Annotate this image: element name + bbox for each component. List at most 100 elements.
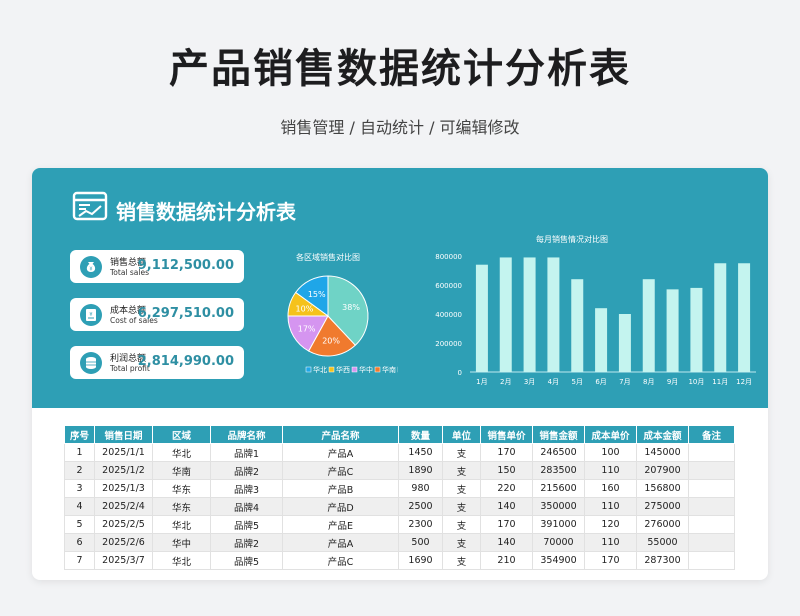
bar — [523, 257, 536, 372]
table-row: 5 2025/2/5 华北 品牌5 产品E 2300 支 170 391000 120 276000 — [64, 515, 735, 534]
table-cell: 品牌5 — [210, 551, 283, 570]
table-cell: 500 — [398, 533, 443, 552]
legend-swatch — [374, 366, 381, 373]
bar — [714, 263, 727, 372]
legend-label: 华西 — [336, 365, 350, 374]
sales-table: 序号 销售日期 区域 品牌名称 产品名称 数量 单位 销售单价 销售金额 成本单价 成本金额 备注 1… — [64, 425, 735, 570]
bar — [618, 314, 631, 372]
pie-data-label: 38% — [342, 303, 360, 312]
column-header: 成本金额 — [636, 425, 689, 444]
table-cell — [688, 515, 735, 534]
table-cell — [688, 461, 735, 480]
table-cell: 产品D — [282, 497, 399, 516]
report-card: 销售数据统计分析表 ¥ 销售总额 Total sales 9,112,500.0… — [32, 168, 768, 580]
page-subtitle: 销售管理 / 自动统计 / 可编辑修改 — [280, 118, 520, 137]
table-cell: 2025/2/5 — [94, 515, 153, 534]
kpi-value: 9,112,500.00 — [137, 258, 234, 273]
table-cell: 2025/3/7 — [94, 551, 153, 570]
x-tick-label: 7月 — [619, 378, 630, 386]
table-cell: 2025/2/4 — [94, 497, 153, 516]
table-cell: 华东 — [152, 497, 211, 516]
table-cell: 70000 — [532, 533, 585, 552]
table-row: 6 2025/2/6 华中 品牌2 产品A 500 支 140 70000 110 55000 — [64, 533, 735, 552]
kpi-value: 6,297,510.00 — [137, 306, 234, 321]
column-header: 产品名称 — [282, 425, 399, 444]
x-tick-label: 2月 — [500, 378, 511, 386]
table-cell: 170 — [584, 551, 637, 570]
legend-label: 华中 — [359, 365, 373, 374]
table-cell: 354900 — [532, 551, 585, 570]
pie-data-label: 20% — [322, 337, 340, 346]
table-cell: 品牌3 — [210, 479, 283, 498]
table-cell: 150 — [480, 461, 533, 480]
x-tick-label: 8月 — [643, 378, 654, 386]
table-cell: 品牌1 — [210, 443, 283, 462]
table-cell: 287300 — [636, 551, 689, 570]
table-cell: 283500 — [532, 461, 585, 480]
bar-chart-title: 每月销售情况对比图 — [536, 235, 608, 244]
table-cell: 产品A — [282, 443, 399, 462]
y-tick-label: 400000 — [435, 311, 462, 319]
table-cell: 2025/1/1 — [94, 443, 153, 462]
money-bag-icon: ¥ — [80, 256, 102, 278]
bar — [642, 279, 655, 372]
bar — [738, 263, 751, 372]
y-tick-label: 800000 — [435, 253, 462, 261]
table-cell: 275000 — [636, 497, 689, 516]
bar — [595, 308, 608, 372]
table-cell: 391000 — [532, 515, 585, 534]
table-cell: 2 — [64, 461, 95, 480]
page-title: 产品销售数据统计分析表 — [169, 46, 631, 92]
table-cell: 1890 — [398, 461, 443, 480]
pie-data-label: 15% — [308, 290, 326, 299]
x-tick-label: 1月 — [476, 378, 487, 386]
table-cell: 980 — [398, 479, 443, 498]
table-cell — [688, 533, 735, 552]
y-tick-label: 600000 — [435, 282, 462, 290]
table-cell: 华南 — [152, 461, 211, 480]
column-header: 销售日期 — [94, 425, 153, 444]
bar — [666, 289, 679, 372]
x-tick-label: 3月 — [524, 378, 535, 386]
table-cell: 华中 — [152, 533, 211, 552]
table-cell: 276000 — [636, 515, 689, 534]
bar — [571, 279, 584, 372]
pie-data-label: 10% — [296, 304, 314, 313]
x-tick-label: 10月 — [688, 378, 704, 386]
table-cell: 350000 — [532, 497, 585, 516]
coins-icon — [80, 352, 102, 374]
x-tick-label: 12月 — [736, 378, 752, 386]
table-cell: 140 — [480, 533, 533, 552]
table-cell: 145000 — [636, 443, 689, 462]
table-cell: 品牌2 — [210, 533, 283, 552]
table-cell: 170 — [480, 515, 533, 534]
column-header: 销售单价 — [480, 425, 533, 444]
column-header: 单位 — [442, 425, 481, 444]
table-cell: 2025/1/2 — [94, 461, 153, 480]
table-header-row: 序号 销售日期 区域 品牌名称 产品名称 数量 单位 销售单价 销售金额 成本单价 成本金额 备注 — [64, 425, 735, 444]
svg-text:¥: ¥ — [89, 267, 92, 273]
table-cell: 产品C — [282, 461, 399, 480]
table-row: 2 2025/1/2 华南 品牌2 产品C 1890 支 150 283500 110 207900 — [64, 461, 735, 480]
table-cell — [688, 443, 735, 462]
table-cell: 产品C — [282, 551, 399, 570]
table-cell: 110 — [584, 533, 637, 552]
table-cell: 6 — [64, 533, 95, 552]
x-tick-label: 4月 — [548, 378, 559, 386]
kpi-total-profit: 利润总额 Total profit 2,814,990.00 — [70, 346, 244, 379]
legend-swatch — [351, 366, 358, 373]
table-cell: 220 — [480, 479, 533, 498]
kpi-total-sales: ¥ 销售总额 Total sales 9,112,500.00 — [70, 250, 244, 283]
monthly-bar-chart: 0 200000 400000 600000 800000 1月 2月 3月 4月 5月 6月 7月 8… — [435, 253, 756, 386]
region-pie-chart: 15%10%17%20%38%华北华西华中华南华东 — [287, 275, 398, 374]
column-header: 成本单价 — [584, 425, 637, 444]
table-cell: 120 — [584, 515, 637, 534]
summary-banner: 销售数据统计分析表 ¥ 销售总额 Total sales 9,112,500.0… — [32, 168, 768, 408]
table-cell: 110 — [584, 497, 637, 516]
x-tick-label: 5月 — [572, 378, 583, 386]
bar — [475, 264, 488, 372]
y-tick-label: 0 — [458, 369, 462, 377]
x-tick-label: 6月 — [595, 378, 606, 386]
column-header: 销售金额 — [532, 425, 585, 444]
table-cell: 华北 — [152, 515, 211, 534]
